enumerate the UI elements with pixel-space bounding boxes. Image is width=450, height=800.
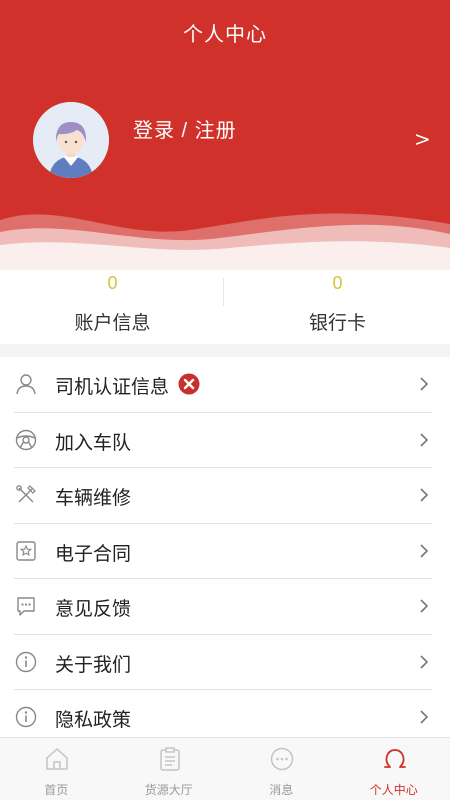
menu-item-label: 意见反馈 (55, 599, 132, 620)
clipboard-icon (159, 747, 180, 771)
tools-icon (16, 485, 36, 503)
chevron-right-icon[interactable]: > (414, 127, 431, 151)
profile-icon (383, 749, 406, 768)
chevron-right-icon (420, 543, 429, 558)
menu-item-label: 隐私政策 (55, 710, 132, 731)
home-icon (46, 748, 68, 770)
account-info-stat[interactable]: 0 账户信息 (0, 270, 225, 344)
page-title: 个人中心 (183, 24, 267, 46)
menu-item-e-contract[interactable]: 电子合同 (0, 524, 450, 579)
menu-item-privacy-policy[interactable]: 隐私政策 (0, 690, 450, 737)
feedback-icon (17, 597, 35, 616)
bank-card-value: 0 (332, 273, 343, 293)
account-info-label: 账户信息 (74, 313, 151, 334)
tab-messages[interactable]: 消息 (225, 738, 338, 800)
menu-item-feedback[interactable]: 意见反馈 (0, 579, 450, 635)
menu-item-label: 加入车队 (55, 432, 132, 454)
bottom-tab-bar: 首页 货源大厅 消息 个人中心 (0, 737, 450, 800)
wave-decoration (0, 213, 450, 270)
menu-item-vehicle-repair[interactable]: 车辆维修 (0, 468, 450, 524)
account-info-value: 0 (107, 273, 118, 293)
chevron-right-icon (420, 710, 429, 724)
menu-item-label: 车辆维修 (55, 488, 132, 509)
tab-profile[interactable]: 个人中心 (338, 738, 450, 800)
menu-list: 司机认证信息 加入车队 车辆维修 电子合同 意见反馈 关于我们 隐私政策 (0, 357, 450, 737)
stats-divider (223, 278, 224, 306)
tab-label: 货源大厅 (144, 783, 193, 797)
person-icon (16, 374, 36, 395)
menu-item-label: 司机认证信息 (55, 377, 170, 398)
avatar[interactable] (33, 102, 109, 178)
chevron-right-icon (420, 599, 429, 613)
bank-card-stat[interactable]: 0 银行卡 (225, 270, 450, 344)
tab-label: 个人中心 (369, 783, 418, 797)
chevron-right-icon (420, 654, 429, 669)
account-stats: 0 账户信息 0 银行卡 (0, 270, 450, 344)
not-verified-icon (178, 373, 200, 395)
menu-item-driver-verification[interactable]: 司机认证信息 (0, 357, 450, 413)
tab-label: 首页 (44, 783, 69, 797)
chevron-right-icon (420, 432, 429, 447)
tab-label: 消息 (269, 783, 294, 797)
profile-header: 个人中心 登录 / 注册 > (0, 0, 450, 270)
tab-cargo-hall[interactable]: 货源大厅 (113, 738, 226, 800)
chevron-right-icon (420, 377, 429, 391)
tab-home[interactable]: 首页 (0, 738, 113, 800)
chevron-right-icon (420, 488, 429, 502)
contract-icon (16, 540, 36, 561)
info-icon (15, 706, 37, 728)
menu-item-join-fleet[interactable]: 加入车队 (0, 413, 450, 468)
menu-item-label: 关于我们 (55, 654, 132, 676)
avatar-icon (33, 102, 109, 178)
bank-card-label: 银行卡 (308, 313, 366, 334)
login-register-link[interactable]: 登录 / 注册 (133, 114, 237, 143)
menu-item-label: 电子合同 (55, 543, 132, 565)
message-icon (270, 747, 294, 771)
steering-wheel-icon (15, 429, 37, 450)
info-icon (15, 651, 37, 672)
menu-item-about-us[interactable]: 关于我们 (0, 635, 450, 690)
